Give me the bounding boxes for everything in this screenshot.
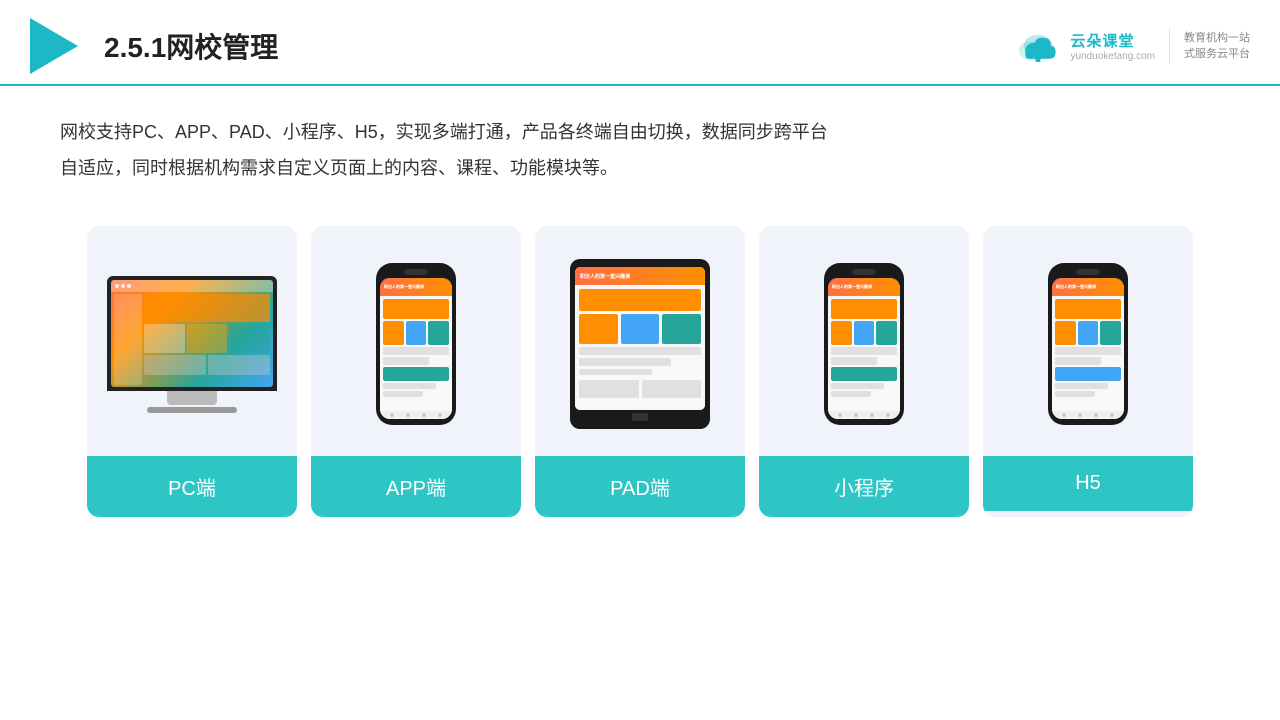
card-pad-image: 职达人的第一堂兴趣课 [535,226,745,456]
phone-mockup-mini: 职达人的第一堂兴趣课 [824,263,904,425]
page-title: 2.5.1网校管理 [104,26,278,66]
card-pad-label: PAD端 [535,456,745,517]
card-pc-label: PC端 [87,456,297,517]
card-h5: 职达人的第一堂兴趣课 [983,226,1193,517]
phone-mockup-app: 职达人的第一堂兴趣课 [376,263,456,425]
card-pc: PC端 [87,226,297,517]
card-app-image: 职达人的第一堂兴趣课 [311,226,521,456]
card-miniprogram-image: 职达人的第一堂兴趣课 [759,226,969,456]
cloud-icon [1014,28,1062,64]
card-app-label: APP端 [311,456,521,517]
brand-slogan: 教育机构一站 式服务云平台 [1184,30,1250,63]
description-text: 网校支持PC、APP、PAD、小程序、H5，实现多端打通，产品各终端自由切换，数… [60,122,828,178]
card-app: 职达人的第一堂兴趣课 [311,226,521,517]
pc-screen [107,276,277,391]
phone-mockup-h5: 职达人的第一堂兴趣课 [1048,263,1128,425]
brand-name: 云朵课堂 [1070,30,1134,51]
header-right: 云朵课堂 yunduoketang.com 教育机构一站 式服务云平台 [1014,28,1250,64]
cards-container: PC端 职达人的第一堂兴趣课 [0,196,1280,537]
card-miniprogram-label: 小程序 [759,456,969,517]
tablet-mockup: 职达人的第一堂兴趣课 [570,259,710,429]
card-h5-image: 职达人的第一堂兴趣课 [983,226,1193,456]
divider [1169,28,1170,64]
brand-logo [1014,28,1062,64]
card-h5-label: H5 [983,456,1193,511]
brand-url: yunduoketang.com [1070,51,1155,62]
pc-mockup [107,276,277,413]
logo-icon [30,18,78,74]
card-pc-image [87,226,297,456]
header-left: 2.5.1网校管理 [30,18,278,74]
header: 2.5.1网校管理 云朵课堂 yunduoketang.com 教育机构一站 式… [0,0,1280,86]
card-miniprogram: 职达人的第一堂兴趣课 [759,226,969,517]
card-pad: 职达人的第一堂兴趣课 [535,226,745,517]
description: 网校支持PC、APP、PAD、小程序、H5，实现多端打通，产品各终端自由切换，数… [0,86,900,196]
brand-text: 云朵课堂 yunduoketang.com [1070,30,1155,62]
